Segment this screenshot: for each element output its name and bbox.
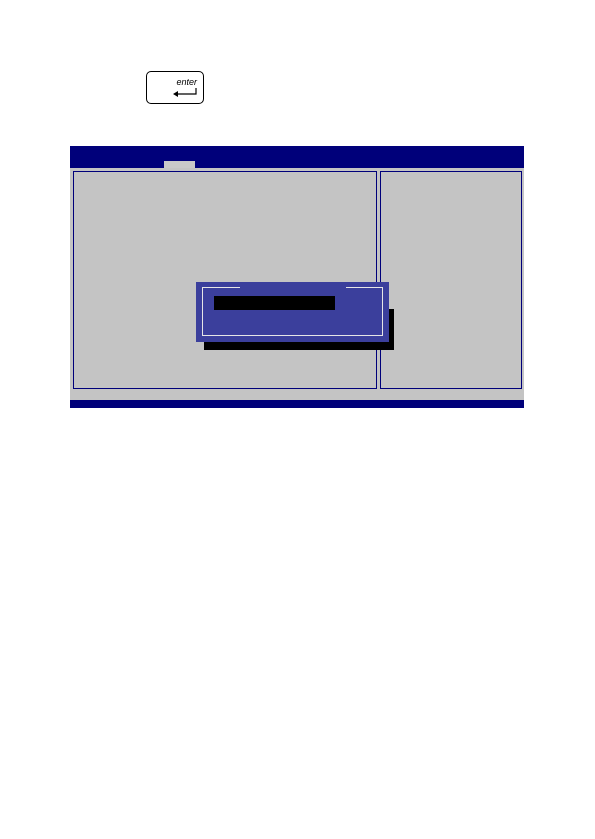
enter-key-label: enter <box>176 77 197 87</box>
enter-key-illustration: enter <box>146 71 204 104</box>
dialog-frame <box>202 287 383 336</box>
bios-main-panel <box>73 171 377 389</box>
password-input[interactable] <box>214 296 335 310</box>
tab-active[interactable] <box>164 161 195 168</box>
bios-status-bar <box>70 400 524 408</box>
bios-help-panel <box>380 171 522 389</box>
bios-tab-bar <box>70 146 524 168</box>
bios-screen <box>70 146 524 408</box>
dialog-frame-top-right <box>346 287 382 288</box>
password-dialog <box>196 282 389 342</box>
enter-arrow-icon <box>173 88 197 97</box>
dialog-frame-top-left <box>203 287 240 288</box>
